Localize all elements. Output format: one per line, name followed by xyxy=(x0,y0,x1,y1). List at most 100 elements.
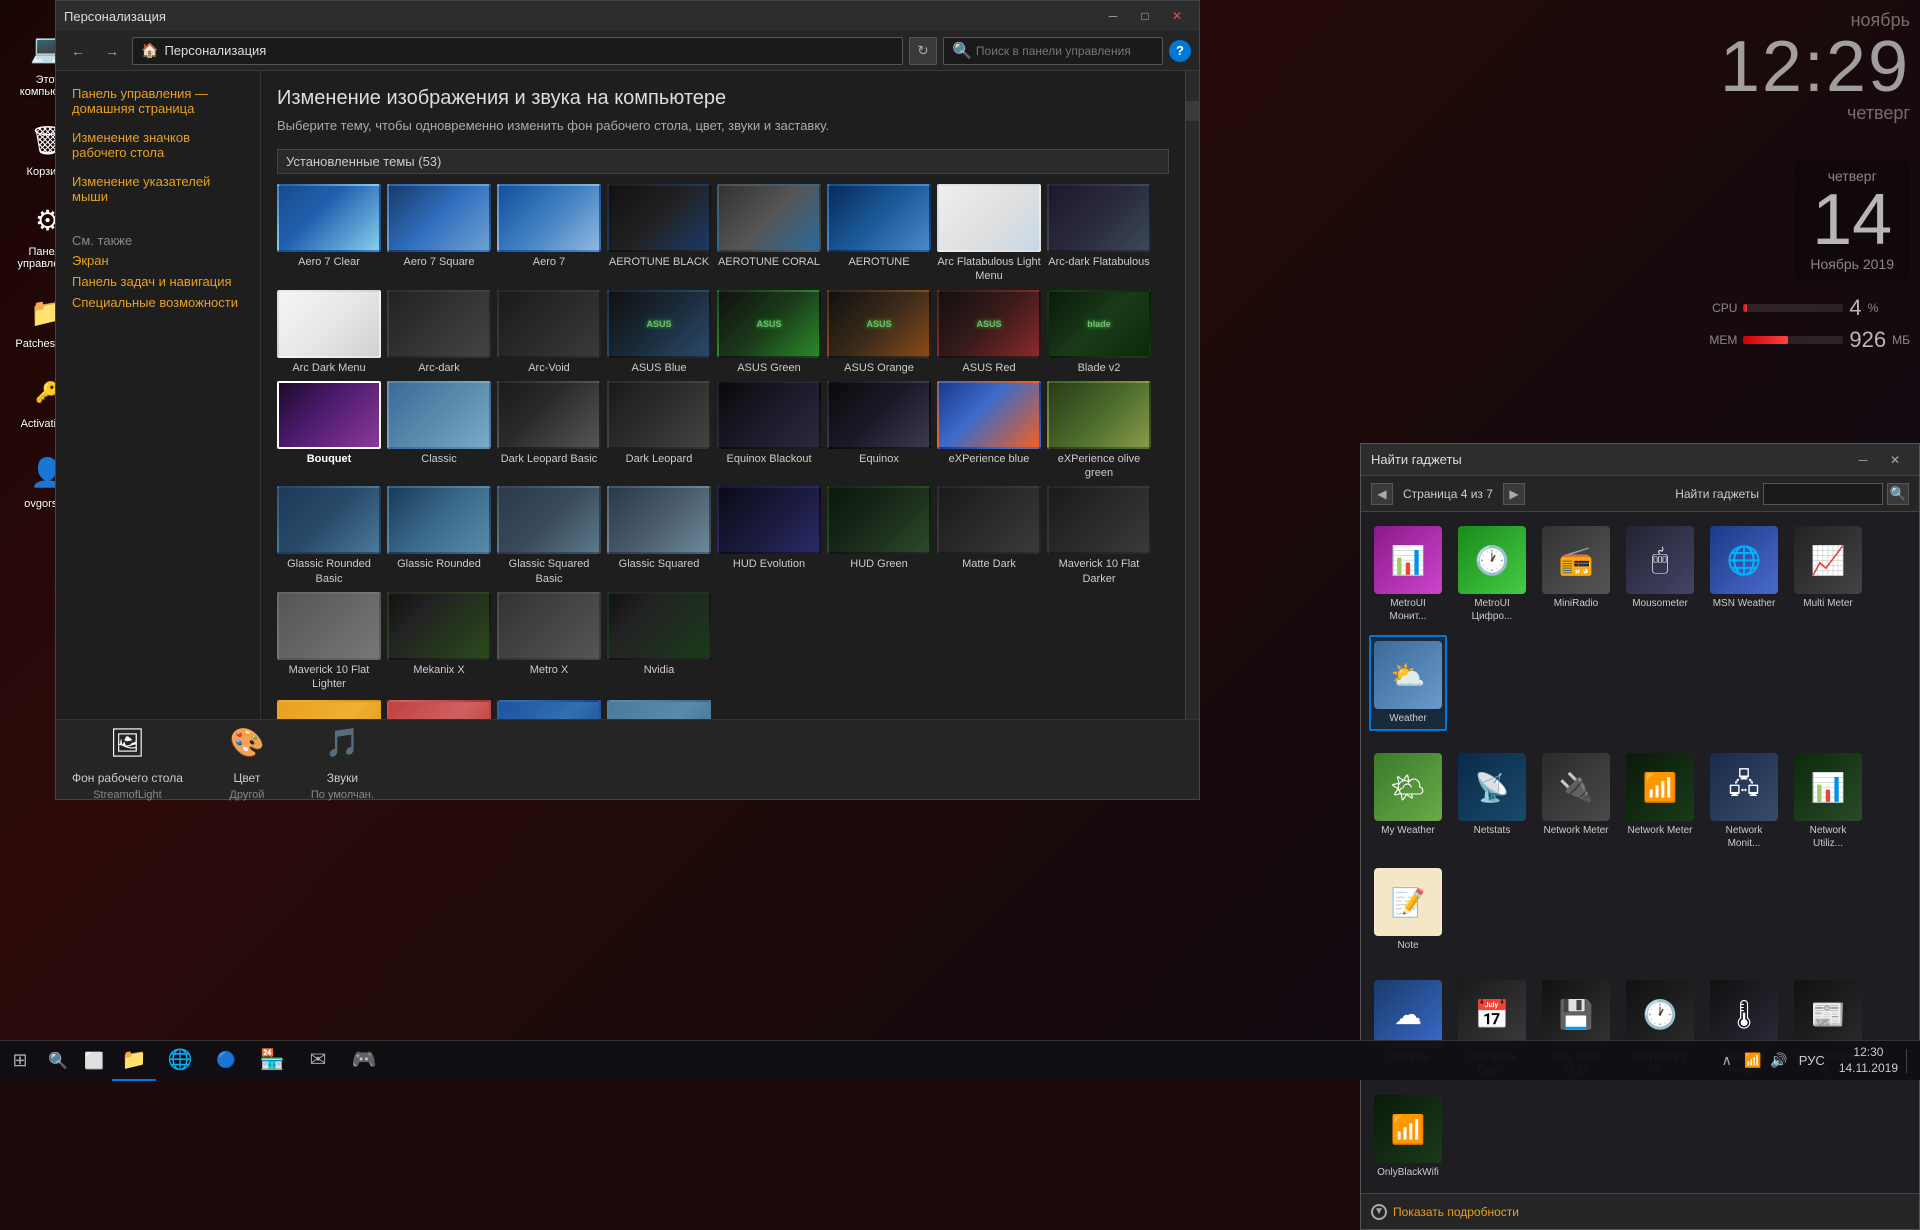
gadget-netstats[interactable]: 📡Netstats xyxy=(1453,747,1531,856)
theme-item-6[interactable]: Arc Flatabulous Light Menu xyxy=(937,184,1041,284)
gadget-search-input[interactable] xyxy=(1763,483,1883,505)
gadget-network-monit...[interactable]: 🖧Network Monit... xyxy=(1705,747,1783,856)
show-desktop-button[interactable] xyxy=(1906,1049,1914,1073)
theme-item-5[interactable]: AEROTUNE xyxy=(827,184,931,284)
gadget-weather[interactable]: ⛅Weather xyxy=(1369,635,1447,731)
taskbar-app-edge[interactable]: 🔵 xyxy=(204,1041,248,1081)
minimize-button[interactable]: ─ xyxy=(1099,5,1127,27)
gadget-network-meter[interactable]: 🔌Network Meter xyxy=(1537,747,1615,856)
bottom-color[interactable]: 🎨 Цвет Другой xyxy=(223,719,271,801)
theme-item-23[interactable]: eXPerience olive green xyxy=(1047,381,1151,481)
theme-item-22[interactable]: eXPerience blue xyxy=(937,381,1041,481)
theme-item-8[interactable]: Arc Dark Menu xyxy=(277,290,381,375)
taskbar-app-extra[interactable]: 🎮 xyxy=(342,1041,386,1081)
gadget-minimize-button[interactable]: ─ xyxy=(1849,449,1877,471)
theme-item-14[interactable]: ASUSASUS Red xyxy=(937,290,1041,375)
tray-volume-icon[interactable]: 🔊 xyxy=(1767,1049,1791,1073)
search-box[interactable]: 🔍 xyxy=(943,37,1163,65)
gadget-network-meter[interactable]: 📶Network Meter xyxy=(1621,747,1699,856)
task-view-button[interactable]: ⬜ xyxy=(76,1041,112,1081)
theme-item-25[interactable]: Glassic Rounded xyxy=(387,486,491,586)
gadget-close-button[interactable]: ✕ xyxy=(1881,449,1909,471)
theme-item-11[interactable]: ASUSASUS Blue xyxy=(607,290,711,375)
sidebar-link-mouse[interactable]: Изменение указателей мыши xyxy=(56,171,260,207)
vertical-scrollbar[interactable] xyxy=(1185,71,1199,719)
address-bar[interactable]: 🏠 Персонализация xyxy=(132,37,903,65)
theme-item-27[interactable]: Glassic Squared xyxy=(607,486,711,586)
sidebar-link-accessibility[interactable]: Специальные возможности xyxy=(56,292,260,313)
sidebar-link-screen[interactable]: Экран xyxy=(56,250,260,271)
theme-item-17[interactable]: Classic xyxy=(387,381,491,481)
tray-expand-icon[interactable]: ∧ xyxy=(1715,1049,1739,1073)
taskbar-lang[interactable]: РУС xyxy=(1793,1053,1831,1068)
theme-item-20[interactable]: Equinox Blackout xyxy=(717,381,821,481)
forward-button[interactable]: → xyxy=(98,37,126,65)
bottom-wallpaper[interactable]: 🖼 Фон рабочего стола StreamofLight xyxy=(72,719,183,801)
theme-item-24[interactable]: Glassic Rounded Basic xyxy=(277,486,381,586)
taskbar-app-explorer[interactable]: 📁 xyxy=(112,1041,156,1081)
theme-label-0: Aero 7 Clear xyxy=(277,255,381,269)
theme-item-21[interactable]: Equinox xyxy=(827,381,931,481)
taskbar-app-ie[interactable]: 🌐 xyxy=(158,1041,202,1081)
theme-item-4[interactable]: AEROTUNE CORAL xyxy=(717,184,821,284)
gadget-miniradio[interactable]: 📻MiniRadio xyxy=(1537,520,1615,629)
gadget-note[interactable]: 📝Note xyxy=(1369,862,1447,958)
theme-item-35[interactable]: Nvidia xyxy=(607,592,711,692)
gadget-mousometer[interactable]: 🖱Mousometer xyxy=(1621,520,1699,629)
theme-item-26[interactable]: Glassic Squared Basic xyxy=(497,486,601,586)
refresh-button[interactable]: ↻ xyxy=(909,37,937,65)
sidebar-link-home[interactable]: Панель управления — домашняя страница xyxy=(56,83,260,119)
theme-item-0[interactable]: Aero 7 Clear xyxy=(277,184,381,284)
gadget-metroui-монит...[interactable]: 📊MetroUI Монит... xyxy=(1369,520,1447,629)
theme-item-12[interactable]: ASUSASUS Green xyxy=(717,290,821,375)
theme-item-2[interactable]: Aero 7 xyxy=(497,184,601,284)
theme-item-1[interactable]: Aero 7 Square xyxy=(387,184,491,284)
theme-bottom-2[interactable] xyxy=(387,700,491,719)
taskbar-app-mail[interactable]: ✉ xyxy=(296,1041,340,1081)
maximize-button[interactable]: □ xyxy=(1131,5,1159,27)
gadget-search-button[interactable]: 🔍 xyxy=(1887,483,1909,505)
theme-item-16[interactable]: Bouquet xyxy=(277,381,381,481)
theme-item-15[interactable]: bladeBlade v2 xyxy=(1047,290,1151,375)
gadget-multi-meter[interactable]: 📈Multi Meter xyxy=(1789,520,1867,629)
tray-network-icon[interactable]: 📶 xyxy=(1741,1049,1765,1073)
theme-item-9[interactable]: Arc-dark xyxy=(387,290,491,375)
back-button[interactable]: ← xyxy=(64,37,92,65)
start-button[interactable]: ⊞ xyxy=(0,1041,40,1081)
gadget-msn-weather[interactable]: 🌐MSN Weather xyxy=(1705,520,1783,629)
search-input[interactable] xyxy=(976,44,1154,58)
show-details-label: Показать подробности xyxy=(1393,1205,1519,1219)
help-button[interactable]: ? xyxy=(1169,40,1191,62)
tray-clock[interactable]: 12:30 14.11.2019 xyxy=(1833,1045,1904,1076)
show-details[interactable]: ▼ Показать подробности xyxy=(1371,1204,1519,1220)
theme-item-34[interactable]: Metro X xyxy=(497,592,601,692)
theme-item-18[interactable]: Dark Leopard Basic xyxy=(497,381,601,481)
theme-item-19[interactable]: Dark Leopard xyxy=(607,381,711,481)
sidebar-link-icons[interactable]: Изменение значков рабочего стола xyxy=(56,127,260,163)
theme-item-7[interactable]: Arc-dark Flatabulous xyxy=(1047,184,1151,284)
gadget-my-weather[interactable]: 🌤My Weather xyxy=(1369,747,1447,856)
gadget-network-utiliz...[interactable]: 📊Network Utiliz... xyxy=(1789,747,1867,856)
taskbar-app-store[interactable]: 🏪 xyxy=(250,1041,294,1081)
gadget-onlyblackwifi[interactable]: 📶OnlyBlackWifi xyxy=(1369,1089,1447,1185)
theme-thumb-12: ASUS xyxy=(717,290,821,358)
theme-item-10[interactable]: Arc-Void xyxy=(497,290,601,375)
theme-bottom-3[interactable] xyxy=(497,700,601,719)
theme-item-13[interactable]: ASUSASUS Orange xyxy=(827,290,931,375)
gadget-prev-button[interactable]: ◀ xyxy=(1371,483,1393,505)
bottom-sounds[interactable]: 🎵 Звуки По умолчан. xyxy=(311,719,374,801)
gadget-next-button[interactable]: ▶ xyxy=(1503,483,1525,505)
theme-item-29[interactable]: HUD Green xyxy=(827,486,931,586)
gadget-metroui-цифро...[interactable]: 🕐MetroUI Цифро... xyxy=(1453,520,1531,629)
theme-bottom-1[interactable] xyxy=(277,700,381,719)
theme-item-31[interactable]: Maverick 10 Flat Darker xyxy=(1047,486,1151,586)
theme-item-33[interactable]: Mekanix X xyxy=(387,592,491,692)
taskbar-search-button[interactable]: 🔍 xyxy=(40,1041,76,1081)
theme-item-28[interactable]: HUD Evolution xyxy=(717,486,821,586)
theme-item-32[interactable]: Maverick 10 Flat Lighter xyxy=(277,592,381,692)
theme-item-30[interactable]: Matte Dark xyxy=(937,486,1041,586)
theme-item-3[interactable]: AEROTUNE BLACK xyxy=(607,184,711,284)
close-button[interactable]: ✕ xyxy=(1163,5,1191,27)
sidebar-link-taskbar[interactable]: Панель задач и навигация xyxy=(56,271,260,292)
theme-bottom-4[interactable] xyxy=(607,700,711,719)
